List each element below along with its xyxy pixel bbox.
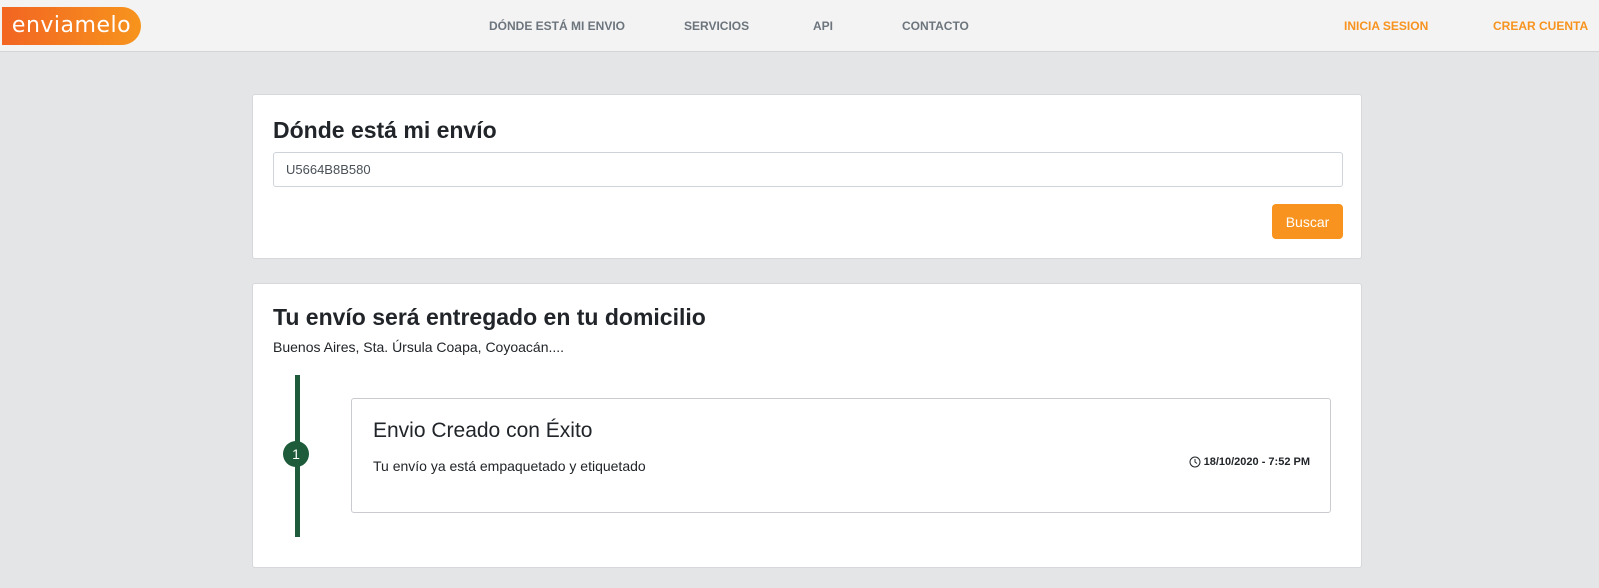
search-button[interactable]: Buscar (1272, 204, 1343, 239)
search-title: Dónde está mi envío (273, 117, 497, 143)
delivery-address: Buenos Aires, Sta. Úrsula Coapa, Coyoacá… (273, 339, 565, 355)
event-timestamp-text: 18/10/2020 - 7:52 PM (1203, 456, 1310, 468)
event-description: Tu envío ya está empaquetado y etiquetad… (373, 458, 646, 474)
search-card: Dónde está mi envío Buscar (252, 94, 1362, 259)
result-card: Tu envío será entregado en tu domicilio … (252, 283, 1362, 568)
timeline-event-card: Envio Creado con Éxito Tu envío ya está … (351, 398, 1331, 513)
timeline-step-badge: 1 (283, 441, 309, 467)
signup-link[interactable]: CREAR CUENTA (1493, 18, 1588, 34)
enviamelo-logo[interactable]: enviamelo (2, 7, 141, 45)
result-title: Tu envío será entregado en tu domicilio (273, 304, 706, 330)
tracking-number-input[interactable] (273, 152, 1343, 187)
nav-servicios[interactable]: SERVICIOS (684, 18, 749, 34)
login-link[interactable]: INICIA SESION (1344, 18, 1428, 34)
nav-api[interactable]: API (813, 18, 833, 34)
event-title: Envio Creado con Éxito (373, 419, 593, 442)
top-navbar: enviamelo DÓNDE ESTÁ MI ENVIO SERVICIOS … (0, 0, 1599, 52)
clock-icon (1189, 456, 1201, 468)
nav-donde-esta-mi-envio[interactable]: DÓNDE ESTÁ MI ENVIO (489, 18, 625, 34)
event-timestamp: 18/10/2020 - 7:52 PM (1189, 456, 1310, 468)
nav-contacto[interactable]: CONTACTO (902, 18, 969, 34)
